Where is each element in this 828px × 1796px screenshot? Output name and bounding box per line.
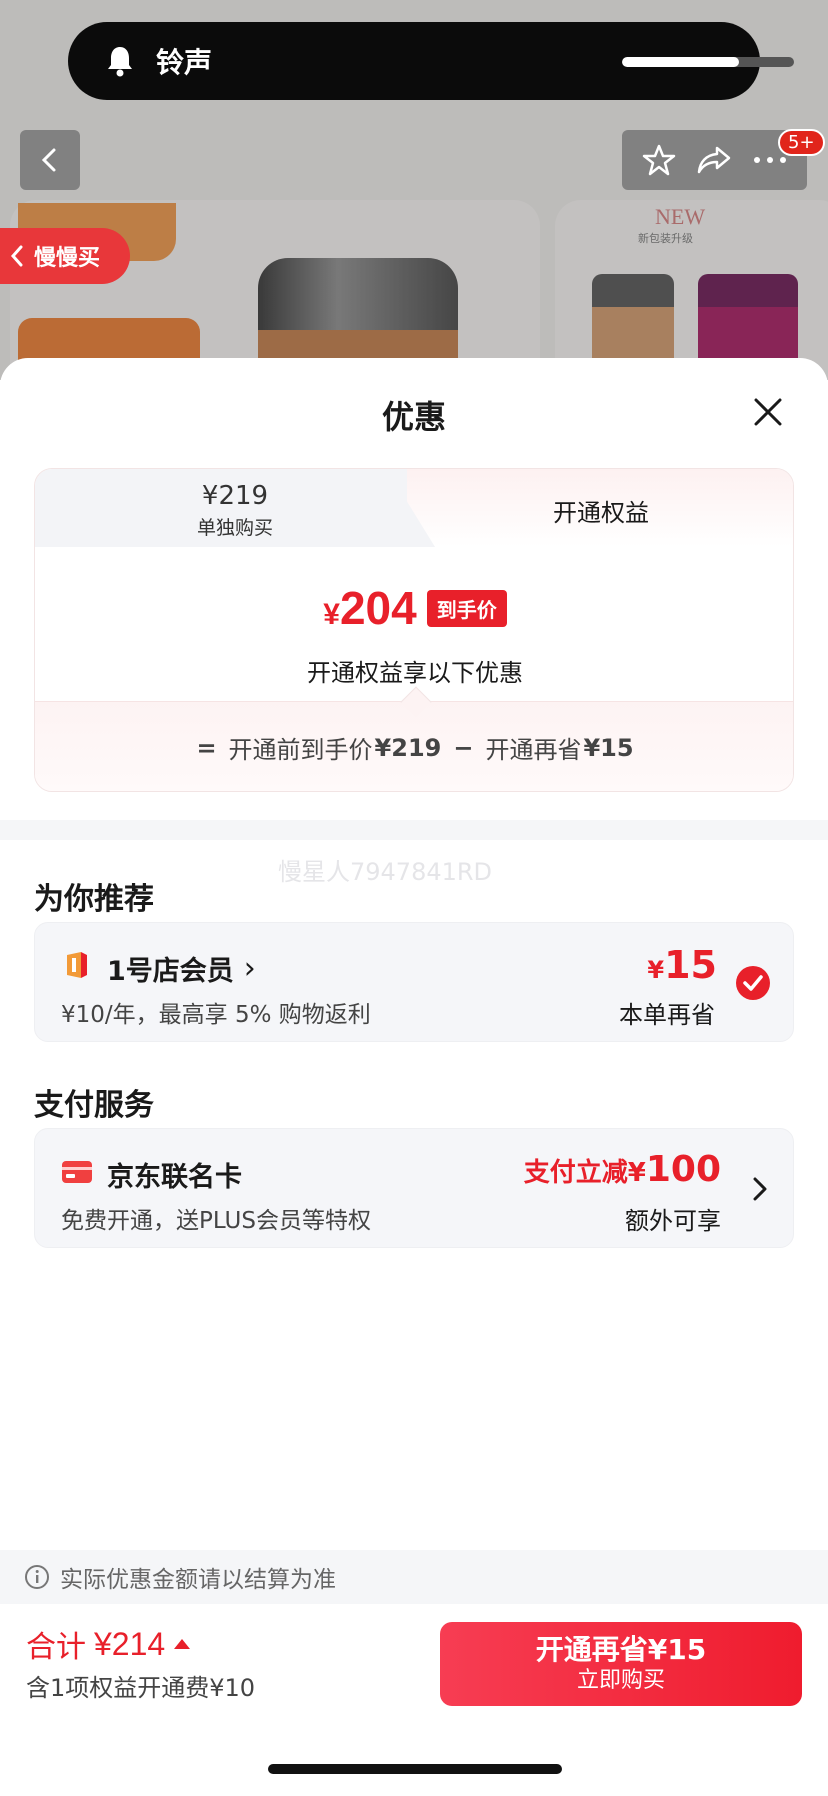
store-flag-icon — [67, 952, 87, 978]
single-purchase-price: ¥219 — [201, 481, 269, 511]
slow-buy-label: 慢慢买 — [34, 246, 101, 271]
back-button[interactable] — [20, 130, 80, 190]
chevron-right-icon[interactable] — [747, 1175, 771, 1203]
section-divider — [0, 820, 828, 840]
total-amount: ¥214 — [94, 1625, 166, 1662]
formula-before-price: ¥219 — [374, 733, 442, 762]
chevron-left-icon — [41, 148, 56, 172]
volume-notification: 铃声 — [68, 22, 794, 100]
caret-up-icon — [174, 1639, 191, 1649]
membership-saving: ¥15 — [647, 943, 717, 987]
message-count-badge: 5+ — [778, 129, 825, 156]
buy-button-sub: 立即购买 — [576, 1668, 665, 1693]
co-brand-card[interactable]: 京东联名卡 免费开通，送PLUS会员等特权 支付立减¥100 额外可享 — [34, 1128, 794, 1248]
membership-card[interactable]: 1号店会员 › ¥10/年，最高享 5% 购物返利 ¥15 本单再省 — [34, 922, 794, 1042]
formula-before-label: 开通前到手价 — [228, 736, 373, 764]
final-price: ¥204 — [323, 581, 416, 635]
price-card: ¥219 单独购买 开通权益 ¥204 到手价 开通权益享以下优惠 = 开通前到… — [34, 468, 794, 792]
home-indicator[interactable] — [268, 1764, 562, 1774]
chevron-right-icon: › — [243, 951, 256, 986]
buy-now-button[interactable]: 开通再省¥15 立即购买 — [440, 1622, 802, 1706]
membership-name: 1号店会员 — [107, 956, 234, 987]
credit-card-icon — [62, 1161, 92, 1183]
final-price-currency: ¥ — [323, 598, 340, 631]
final-price-subtitle: 开通权益享以下优惠 — [307, 659, 523, 687]
final-price-amount: 204 — [339, 582, 417, 634]
formula-save-label: 开通再省 — [485, 736, 582, 764]
buy-button-main: 开通再省¥15 — [535, 1633, 707, 1666]
co-brand-discount-prefix: 支付立减¥ — [523, 1158, 646, 1188]
fee-line: 含1项权益开通费¥10 — [26, 1674, 256, 1702]
notice-bar: 实际优惠金额请以结算为准 — [0, 1550, 828, 1604]
total-line[interactable]: 合计 ¥214 — [26, 1622, 191, 1666]
notice-text: 实际优惠金额请以结算为准 — [60, 1567, 336, 1593]
more-icon[interactable] — [752, 155, 788, 165]
co-brand-title: 京东联名卡 — [107, 1155, 242, 1194]
notification-label: 铃声 — [156, 46, 213, 79]
formula-equals: = — [196, 733, 217, 762]
co-brand-desc: 免费开通，送PLUS会员等特权 — [61, 1208, 371, 1234]
recommend-section-title: 为你推荐 — [34, 882, 154, 917]
membership-saving-note: 本单再省 — [619, 1001, 715, 1029]
check-icon[interactable] — [735, 965, 771, 1001]
final-price-row: ¥204 到手价 — [35, 581, 793, 635]
slow-buy-tag[interactable]: 慢慢买 — [0, 228, 130, 284]
star-icon[interactable] — [641, 142, 677, 178]
watermark: 慢星人7947841RD — [278, 858, 493, 886]
share-icon[interactable] — [695, 142, 733, 178]
membership-title: 1号店会员 › — [107, 949, 256, 988]
co-brand-name: 京东联名卡 — [107, 1162, 242, 1193]
co-brand-discount-amount: 100 — [645, 1149, 721, 1190]
membership-saving-amount: 15 — [664, 943, 717, 987]
co-brand-discount: 支付立减¥100 — [524, 1149, 721, 1190]
total-label: 合计 — [26, 1630, 86, 1665]
formula-save-price: ¥15 — [583, 733, 634, 762]
bell-icon — [108, 47, 132, 77]
activate-benefits-label: 开通权益 — [553, 499, 649, 527]
single-purchase-label: 单独购买 — [196, 517, 273, 539]
final-price-badge: 到手价 — [426, 589, 507, 627]
volume-bar-fill — [622, 57, 739, 67]
volume-bar — [622, 57, 794, 67]
sheet-title: 优惠 — [381, 398, 446, 436]
co-brand-note: 额外可享 — [625, 1207, 721, 1235]
membership-saving-currency: ¥ — [647, 956, 665, 984]
payment-section-title: 支付服务 — [34, 1088, 154, 1123]
chevron-left-icon — [10, 245, 23, 267]
close-icon[interactable] — [748, 392, 788, 432]
formula-minus: − — [453, 733, 474, 762]
info-icon — [25, 1565, 49, 1589]
membership-desc: ¥10/年，最高享 5% 购物返利 — [61, 1002, 371, 1028]
